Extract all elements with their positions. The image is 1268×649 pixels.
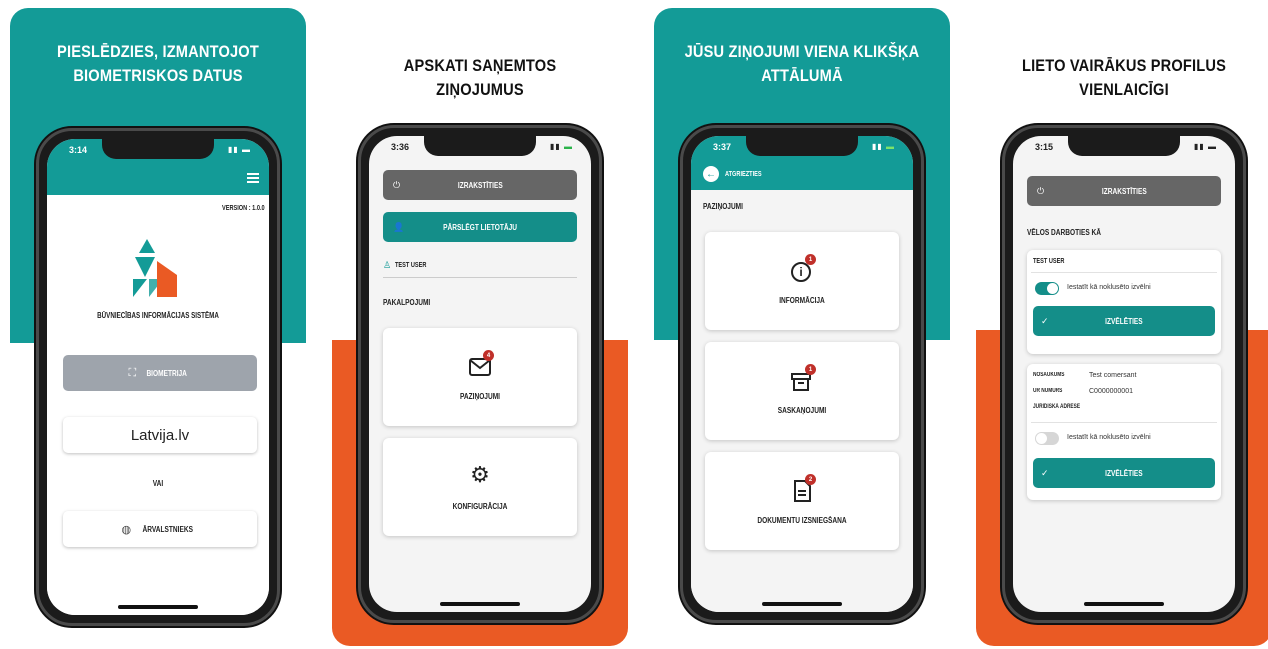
gear-icon: ⚙ xyxy=(470,462,490,487)
status-icons: ▮▮ ▬ xyxy=(549,142,573,151)
phone-screen: 3:15 ▮▮ ▬ ⏻ IZRAKSTĪTIES VĒLOS DARBOTIES… xyxy=(1013,136,1235,612)
user-icon: 👤 xyxy=(393,221,405,232)
choose-button[interactable]: ✓ IZVĒLĒTIES xyxy=(1033,306,1215,336)
phone-frame: 3:36 ▮▮ ▬ ⏻ IZRAKSTĪTIES 👤 PĀRSLĒGT LIET… xyxy=(358,125,602,623)
tile-approvals[interactable]: 1 SASKAŅOJUMI xyxy=(705,342,899,440)
back-arrow-icon: ← xyxy=(703,166,719,182)
screenshot-panel-profiles: LIETO VAIRĀKUS PROFILUS VIENLAICĪGI 3:15… xyxy=(976,8,1268,646)
current-user-row: ♙ TEST USER xyxy=(383,254,577,278)
notification-badge: 4 xyxy=(483,350,494,361)
profile-card-company: NOSAUKUMS Test comersant UR NUMURS C0000… xyxy=(1027,364,1221,500)
check-icon: ✓ xyxy=(1041,315,1049,326)
archive-box-icon xyxy=(791,373,811,391)
status-time: 3:15 xyxy=(1035,142,1054,152)
status-icons: ▮▮ ▬ xyxy=(227,145,251,154)
screenshot-panel-login: PIESLĒDZIES, IZMANTOJOT BIOMETRISKOS DAT… xyxy=(10,8,306,646)
section-title: PAZIŅOJUMI xyxy=(703,202,743,211)
face-id-icon: ⛶ xyxy=(128,366,137,379)
screenshot-panel-notifications: JŪSU ZIŅOJUMI VIENA KLIKŠĶA ATTĀLUMĀ 3:3… xyxy=(654,8,950,646)
or-label: VAI xyxy=(152,479,164,488)
switch-user-button[interactable]: 👤 PĀRSLĒGT LIETOTĀJU xyxy=(383,212,577,242)
reg-number-value: C0000000001 xyxy=(1089,388,1133,395)
status-time: 3:14 xyxy=(69,145,88,155)
power-icon: ⏻ xyxy=(393,179,401,190)
panel-headline: APSKATI SAŅEMTOS ZIŅOJUMUS xyxy=(403,56,557,99)
act-as-title: VĒLOS DARBOTIES KĀ xyxy=(1027,228,1101,237)
phone-frame: 3:15 ▮▮ ▬ ⏻ IZRAKSTĪTIES VĒLOS DARBOTIES… xyxy=(1002,125,1246,623)
phone-frame: 3:14 ▮▮ ▬ VERSION : 1.0.0 BŪVNIECĪBAS IN… xyxy=(36,128,280,626)
status-icons: ▮▮ ▬ xyxy=(871,142,895,151)
globe-icon: ◍ xyxy=(121,523,132,536)
phone-screen: 3:36 ▮▮ ▬ ⏻ IZRAKSTĪTIES 👤 PĀRSLĒGT LIET… xyxy=(369,136,591,612)
status-time: 3:37 xyxy=(713,142,732,152)
notification-badge: 2 xyxy=(805,474,816,485)
services-title: PAKALPOJUMI xyxy=(383,298,431,307)
choose-button[interactable]: ✓ IZVĒLĒTIES xyxy=(1033,458,1215,488)
check-icon: ✓ xyxy=(1041,467,1049,478)
phone-screen: 3:37 ▮▮ ▬ ← ATGRIEZTIES PAZIŅOJUMI i 1 I… xyxy=(691,136,913,612)
default-toggle-off[interactable] xyxy=(1035,432,1059,445)
back-button[interactable]: ← ATGRIEZTIES xyxy=(703,166,771,182)
phone-screen: 3:14 ▮▮ ▬ VERSION : 1.0.0 BŪVNIECĪBAS IN… xyxy=(47,139,269,615)
logout-button[interactable]: ⏻ IZRAKSTĪTIES xyxy=(1027,176,1221,206)
tile-information[interactable]: i 1 INFORMĀCIJA xyxy=(705,232,899,330)
profile-card-user: TEST USER Iestatīt kā noklusēto izvēlni … xyxy=(1027,250,1221,354)
tile-notifications[interactable]: 4 PAZIŅOJUMI xyxy=(383,328,577,426)
screenshot-panel-services: APSKATI SAŅEMTOS ZIŅOJUMUS 3:36 ▮▮ ▬ ⏻ I… xyxy=(332,8,628,646)
version-label: VERSION : 1.0.0 xyxy=(221,205,265,212)
phone-frame: 3:37 ▮▮ ▬ ← ATGRIEZTIES PAZIŅOJUMI i 1 I… xyxy=(680,125,924,623)
status-time: 3:36 xyxy=(391,142,410,152)
info-icon: i xyxy=(791,262,811,282)
notification-badge: 1 xyxy=(805,254,816,265)
panel-headline: LIETO VAIRĀKUS PROFILUS VIENLAICĪGI xyxy=(1021,56,1227,99)
foreigner-button[interactable]: ◍ ĀRVALSTNIEKS xyxy=(63,511,257,547)
power-icon: ⏻ xyxy=(1037,185,1045,196)
panel-headline: PIESLĒDZIES, IZMANTOJOT BIOMETRISKOS DAT… xyxy=(57,42,259,85)
tile-configuration[interactable]: ⚙ KONFIGURĀCIJA xyxy=(383,438,577,536)
user-outline-icon: ♙ xyxy=(383,260,392,270)
biometry-button[interactable]: ⛶ BIOMETRIJA xyxy=(63,355,257,391)
notification-badge: 1 xyxy=(805,364,816,375)
menu-icon[interactable] xyxy=(247,173,259,183)
profile-name: TEST USER xyxy=(1033,258,1065,265)
latvija-lv-button[interactable]: Latvija.lv xyxy=(63,417,257,453)
app-name: BŪVNIECĪBAS INFORMĀCIJAS SISTĒMA xyxy=(97,311,219,320)
default-toggle-on[interactable] xyxy=(1035,282,1059,295)
bis-logo-icon xyxy=(133,239,177,297)
logout-button[interactable]: ⏻ IZRAKSTĪTIES xyxy=(383,170,577,200)
status-icons: ▮▮ ▬ xyxy=(1193,142,1217,151)
panel-headline: JŪSU ZIŅOJUMI VIENA KLIKŠĶA ATTĀLUMĀ xyxy=(684,42,920,85)
company-name-value: Test comersant xyxy=(1089,372,1137,379)
tile-document-issuance[interactable]: 2 DOKUMENTU IZSNIEGŠANA xyxy=(705,452,899,550)
